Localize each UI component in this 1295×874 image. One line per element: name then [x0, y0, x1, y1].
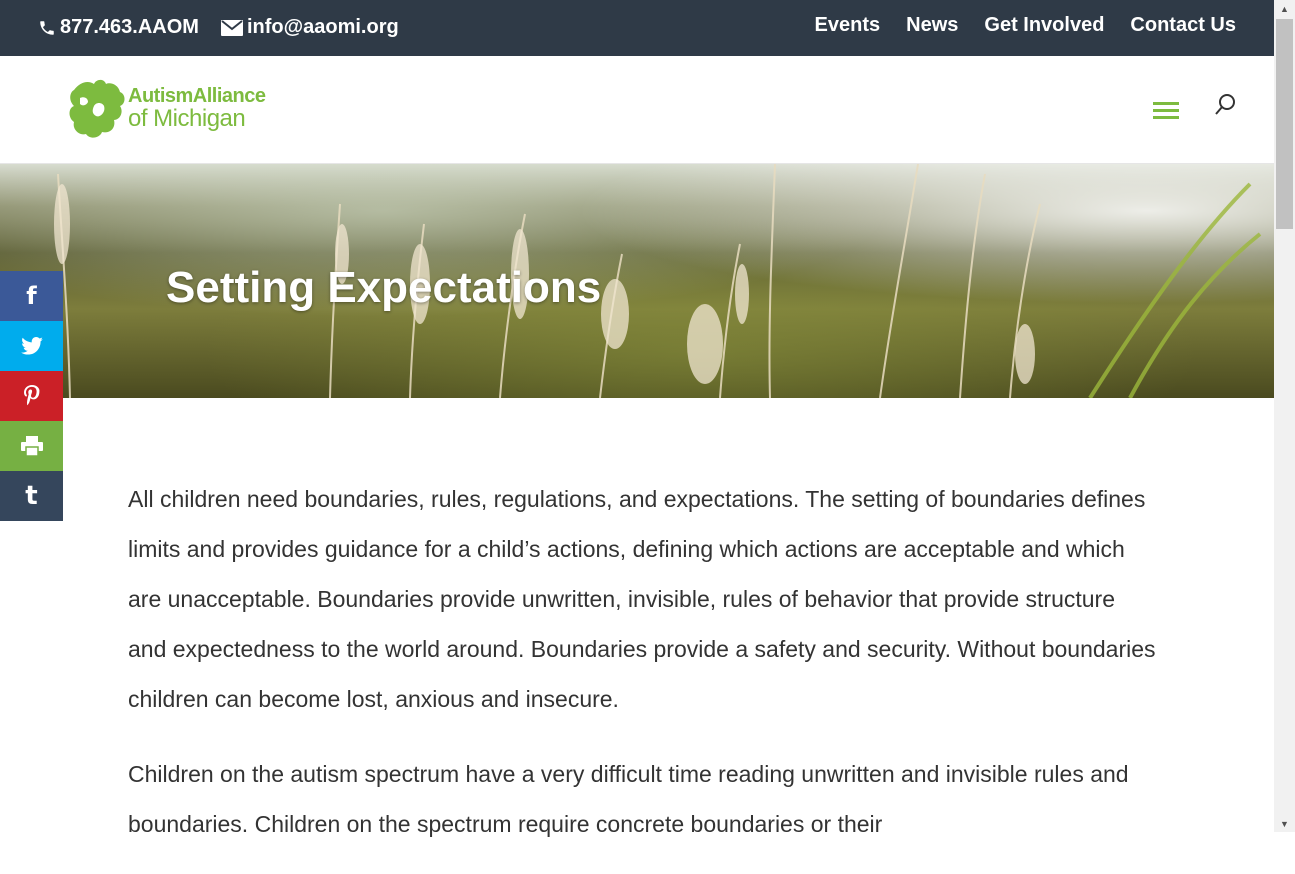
page-scrollbar[interactable]: ▲ ▼ [1274, 0, 1295, 832]
twitter-share-button[interactable] [0, 321, 63, 371]
top-bar: 877.463.AAOM info@aaomi.org Events News … [0, 0, 1274, 56]
paragraph: Children on the autism spectrum have a v… [128, 761, 1129, 837]
phone-number: 877.463.AAOM [60, 16, 199, 38]
scrollbar-thumb[interactable] [1276, 19, 1293, 229]
hero-banner: Setting Expectations [0, 164, 1274, 398]
logo-text-line2: of Michigan [128, 105, 246, 132]
email-address: info@aaomi.org [246, 16, 399, 38]
top-nav: Events News Get Involved Contact Us [815, 14, 1236, 37]
nav-events[interactable]: Events [815, 14, 881, 37]
menu-hamburger-icon[interactable] [1153, 102, 1179, 120]
article-body: All children need boundaries, rules, reg… [128, 474, 1158, 874]
print-button[interactable] [0, 421, 63, 471]
scroll-down-arrow-icon[interactable]: ▼ [1274, 815, 1295, 832]
nav-news[interactable]: News [906, 14, 958, 37]
puzzle-michigan-icon [69, 79, 125, 138]
site-header: AutismAlliance of Michigan [0, 56, 1274, 164]
envelope-icon [220, 19, 243, 36]
page-title: Setting Expectations [166, 263, 602, 312]
facebook-share-button[interactable]: f [0, 271, 63, 321]
nav-get-involved[interactable]: Get Involved [984, 14, 1104, 37]
site-logo[interactable]: AutismAlliance of Michigan [66, 76, 270, 142]
search-icon[interactable] [1213, 93, 1237, 117]
contact-info: 877.463.AAOM info@aaomi.org [38, 16, 399, 39]
pinterest-icon [23, 385, 39, 406]
email-link[interactable]: info@aaomi.org [220, 16, 399, 39]
tumblr-icon: t [25, 481, 38, 511]
pinterest-share-button[interactable] [0, 371, 63, 421]
printer-icon [20, 436, 43, 456]
phone-link[interactable]: 877.463.AAOM [38, 16, 199, 39]
nav-contact-us[interactable]: Contact Us [1130, 14, 1236, 37]
tumblr-share-button[interactable]: t [0, 471, 63, 521]
paragraph: All children need boundaries, rules, reg… [128, 486, 1156, 712]
twitter-icon [20, 337, 43, 355]
social-share-bar: f t [0, 271, 63, 521]
scroll-up-arrow-icon[interactable]: ▲ [1274, 0, 1295, 17]
facebook-icon: f [26, 282, 37, 310]
phone-icon [40, 20, 54, 35]
